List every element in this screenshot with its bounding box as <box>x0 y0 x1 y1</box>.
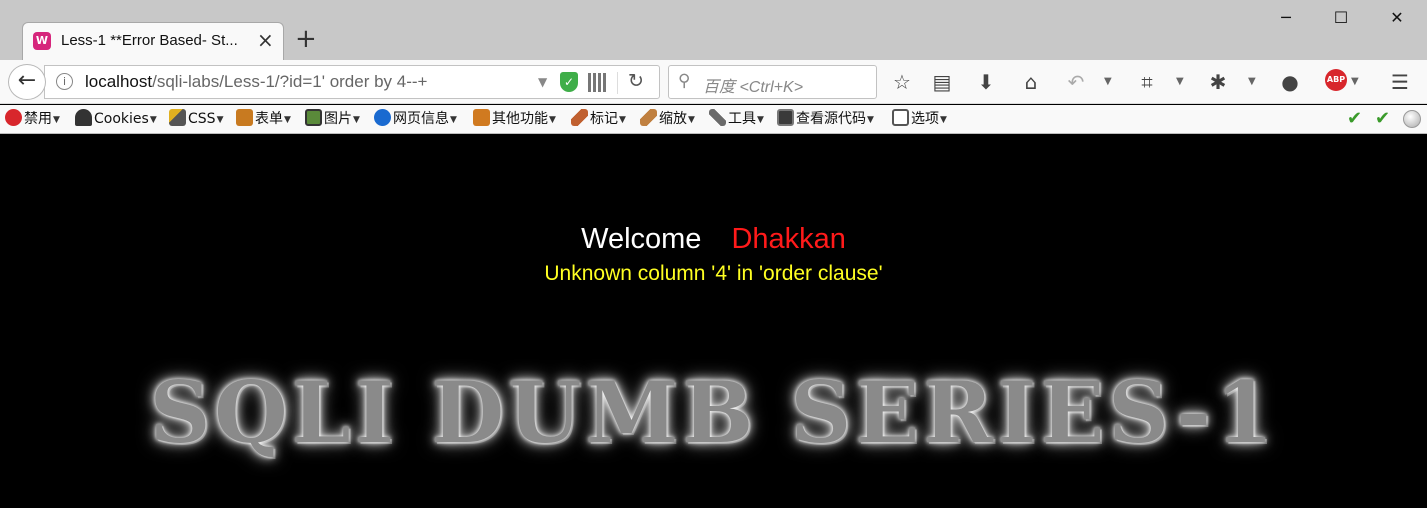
bm-label: 选项 <box>911 111 939 127</box>
reload-icon[interactable]: ↻ <box>628 70 644 92</box>
caret-icon: ▼ <box>940 115 947 125</box>
search-icon: ⚲ <box>678 71 691 91</box>
shield-icon[interactable]: ✓ <box>560 72 578 92</box>
caret-icon: ▼ <box>867 115 874 125</box>
info-circle-icon <box>374 109 391 126</box>
bm-label: 查看源代码 <box>796 111 866 127</box>
undo-dropdown-icon[interactable]: ▼ <box>1104 70 1112 94</box>
bm-label: 工具 <box>728 111 756 127</box>
bm-other[interactable]: 其他功能▼ <box>473 109 556 130</box>
bm-label: Cookies <box>94 111 149 127</box>
bm-tools[interactable]: 工具▼ <box>709 109 764 130</box>
caret-icon: ▼ <box>688 115 695 125</box>
maximize-button[interactable]: ☐ <box>1331 8 1351 28</box>
bm-images[interactable]: 图片▼ <box>305 109 360 130</box>
clipboard-icon <box>236 109 253 126</box>
css-wand-icon <box>169 109 186 126</box>
bm-label: 其他功能 <box>492 111 548 127</box>
bm-label: 表单 <box>255 111 283 127</box>
bm-label: 图片 <box>324 111 352 127</box>
crop-dropdown-icon[interactable]: ▼ <box>1176 70 1184 94</box>
divider <box>617 72 618 94</box>
caret-icon: ▼ <box>757 115 764 125</box>
pencil-icon <box>571 109 588 126</box>
banner-text: SQLI DUMB SERIES-1 <box>149 363 1278 462</box>
tab-title: Less-1 **Error Based- St... <box>61 32 238 49</box>
chat-icon[interactable]: ● <box>1276 68 1304 96</box>
address-bar[interactable]: i localhost/sqli-labs/Less-1/?id=1' orde… <box>44 65 660 99</box>
caret-icon: ▼ <box>450 115 457 125</box>
home-icon[interactable]: ⌂ <box>1017 68 1045 96</box>
tab-close-icon[interactable]: × <box>257 29 274 51</box>
bm-page-info[interactable]: 网页信息▼ <box>374 109 457 130</box>
user-name: Dhakkan <box>731 223 846 255</box>
bm-disable[interactable]: 禁用▼ <box>5 109 60 130</box>
qr-code-icon[interactable] <box>588 73 607 92</box>
caret-icon: ▼ <box>284 115 291 125</box>
welcome-line: Welcome Dhakkan <box>0 223 1427 256</box>
new-tab-button[interactable]: + <box>295 26 317 52</box>
caret-icon: ▼ <box>53 115 60 125</box>
bug-icon[interactable]: ✱ <box>1204 68 1232 96</box>
sql-error-message: Unknown column '4' in 'order clause' <box>544 262 883 285</box>
page-content: Welcome Dhakkan Unknown column '4' in 'or… <box>0 135 1427 508</box>
reading-list-icon[interactable]: ▤ <box>928 68 956 96</box>
tab-favicon-icon: W <box>33 32 51 50</box>
close-window-button[interactable]: ✕ <box>1387 8 1407 28</box>
back-button[interactable]: ← <box>8 64 46 100</box>
image-icon <box>305 109 322 126</box>
download-icon[interactable]: ⬇ <box>972 68 1000 96</box>
bookmark-star-icon[interactable]: ☆ <box>888 68 916 96</box>
check-icon[interactable]: ✔ <box>1347 108 1362 129</box>
url-text[interactable]: localhost/sqli-labs/Less-1/?id=1' order … <box>85 72 428 92</box>
bm-label: CSS <box>188 111 216 127</box>
status-circle-icon[interactable] <box>1403 110 1421 128</box>
minimize-button[interactable]: ─ <box>1276 8 1296 28</box>
url-path: /sqli-labs/Less-1/?id=1' order by 4--+ <box>152 72 428 91</box>
adblock-dropdown-icon[interactable]: ▼ <box>1351 70 1359 94</box>
bm-label: 标记 <box>590 111 618 127</box>
caret-icon: ▼ <box>353 115 360 125</box>
bm-label: 禁用 <box>24 111 52 127</box>
bm-view-source[interactable]: 查看源代码▼ <box>777 109 874 130</box>
adblock-icon[interactable]: ABP <box>1325 69 1347 91</box>
bm-mark[interactable]: 标记▼ <box>571 109 626 130</box>
check-icon[interactable]: ✔ <box>1375 108 1390 129</box>
title-bar: W Less-1 **Error Based- St... × + ─ ☐ ✕ <box>0 0 1427 60</box>
caret-icon: ▼ <box>216 115 224 125</box>
ruler-icon <box>640 109 657 126</box>
extension-toolbar: 禁用▼ Cookies▼ CSS▼ 表单▼ 图片▼ 网页信息▼ 其他功能▼ 标记… <box>0 105 1427 134</box>
browser-tab[interactable]: W Less-1 **Error Based- St... × <box>22 22 284 60</box>
bm-zoom[interactable]: 缩放▼ <box>640 109 695 130</box>
menu-icon[interactable]: ☰ <box>1386 68 1414 96</box>
caret-icon: ▼ <box>619 115 626 125</box>
search-placeholder: 百度 <Ctrl+K> <box>703 79 804 96</box>
terminal-icon <box>777 109 794 126</box>
url-host: localhost <box>85 72 153 91</box>
info-icon[interactable]: i <box>56 73 73 90</box>
search-bar[interactable]: ⚲ 百度 <Ctrl+K> <box>668 65 877 99</box>
other-tools-icon <box>473 109 490 126</box>
undo-icon[interactable]: ↶ <box>1062 68 1090 96</box>
wrench-icon <box>709 109 726 126</box>
options-icon <box>892 109 909 126</box>
welcome-text: Welcome <box>581 223 702 255</box>
bm-label: 网页信息 <box>393 111 449 127</box>
crop-icon[interactable]: ⌗ <box>1133 68 1161 96</box>
navigation-bar: i localhost/sqli-labs/Less-1/?id=1' orde… <box>0 60 1427 104</box>
banner-image: SQLI DUMB SERIES-1 <box>0 363 1427 463</box>
caret-icon: ▼ <box>149 115 157 125</box>
bm-forms[interactable]: 表单▼ <box>236 109 291 130</box>
bm-css[interactable]: CSS▼ <box>169 109 223 130</box>
cookies-icon <box>75 109 92 126</box>
bm-options[interactable]: 选项▼ <box>892 109 947 130</box>
url-dropdown-icon[interactable]: ▼ <box>538 75 547 89</box>
bug-dropdown-icon[interactable]: ▼ <box>1248 70 1256 94</box>
bm-label: 缩放 <box>659 111 687 127</box>
disable-icon <box>5 109 22 126</box>
bm-cookies[interactable]: Cookies▼ <box>75 109 157 130</box>
caret-icon: ▼ <box>549 115 556 125</box>
